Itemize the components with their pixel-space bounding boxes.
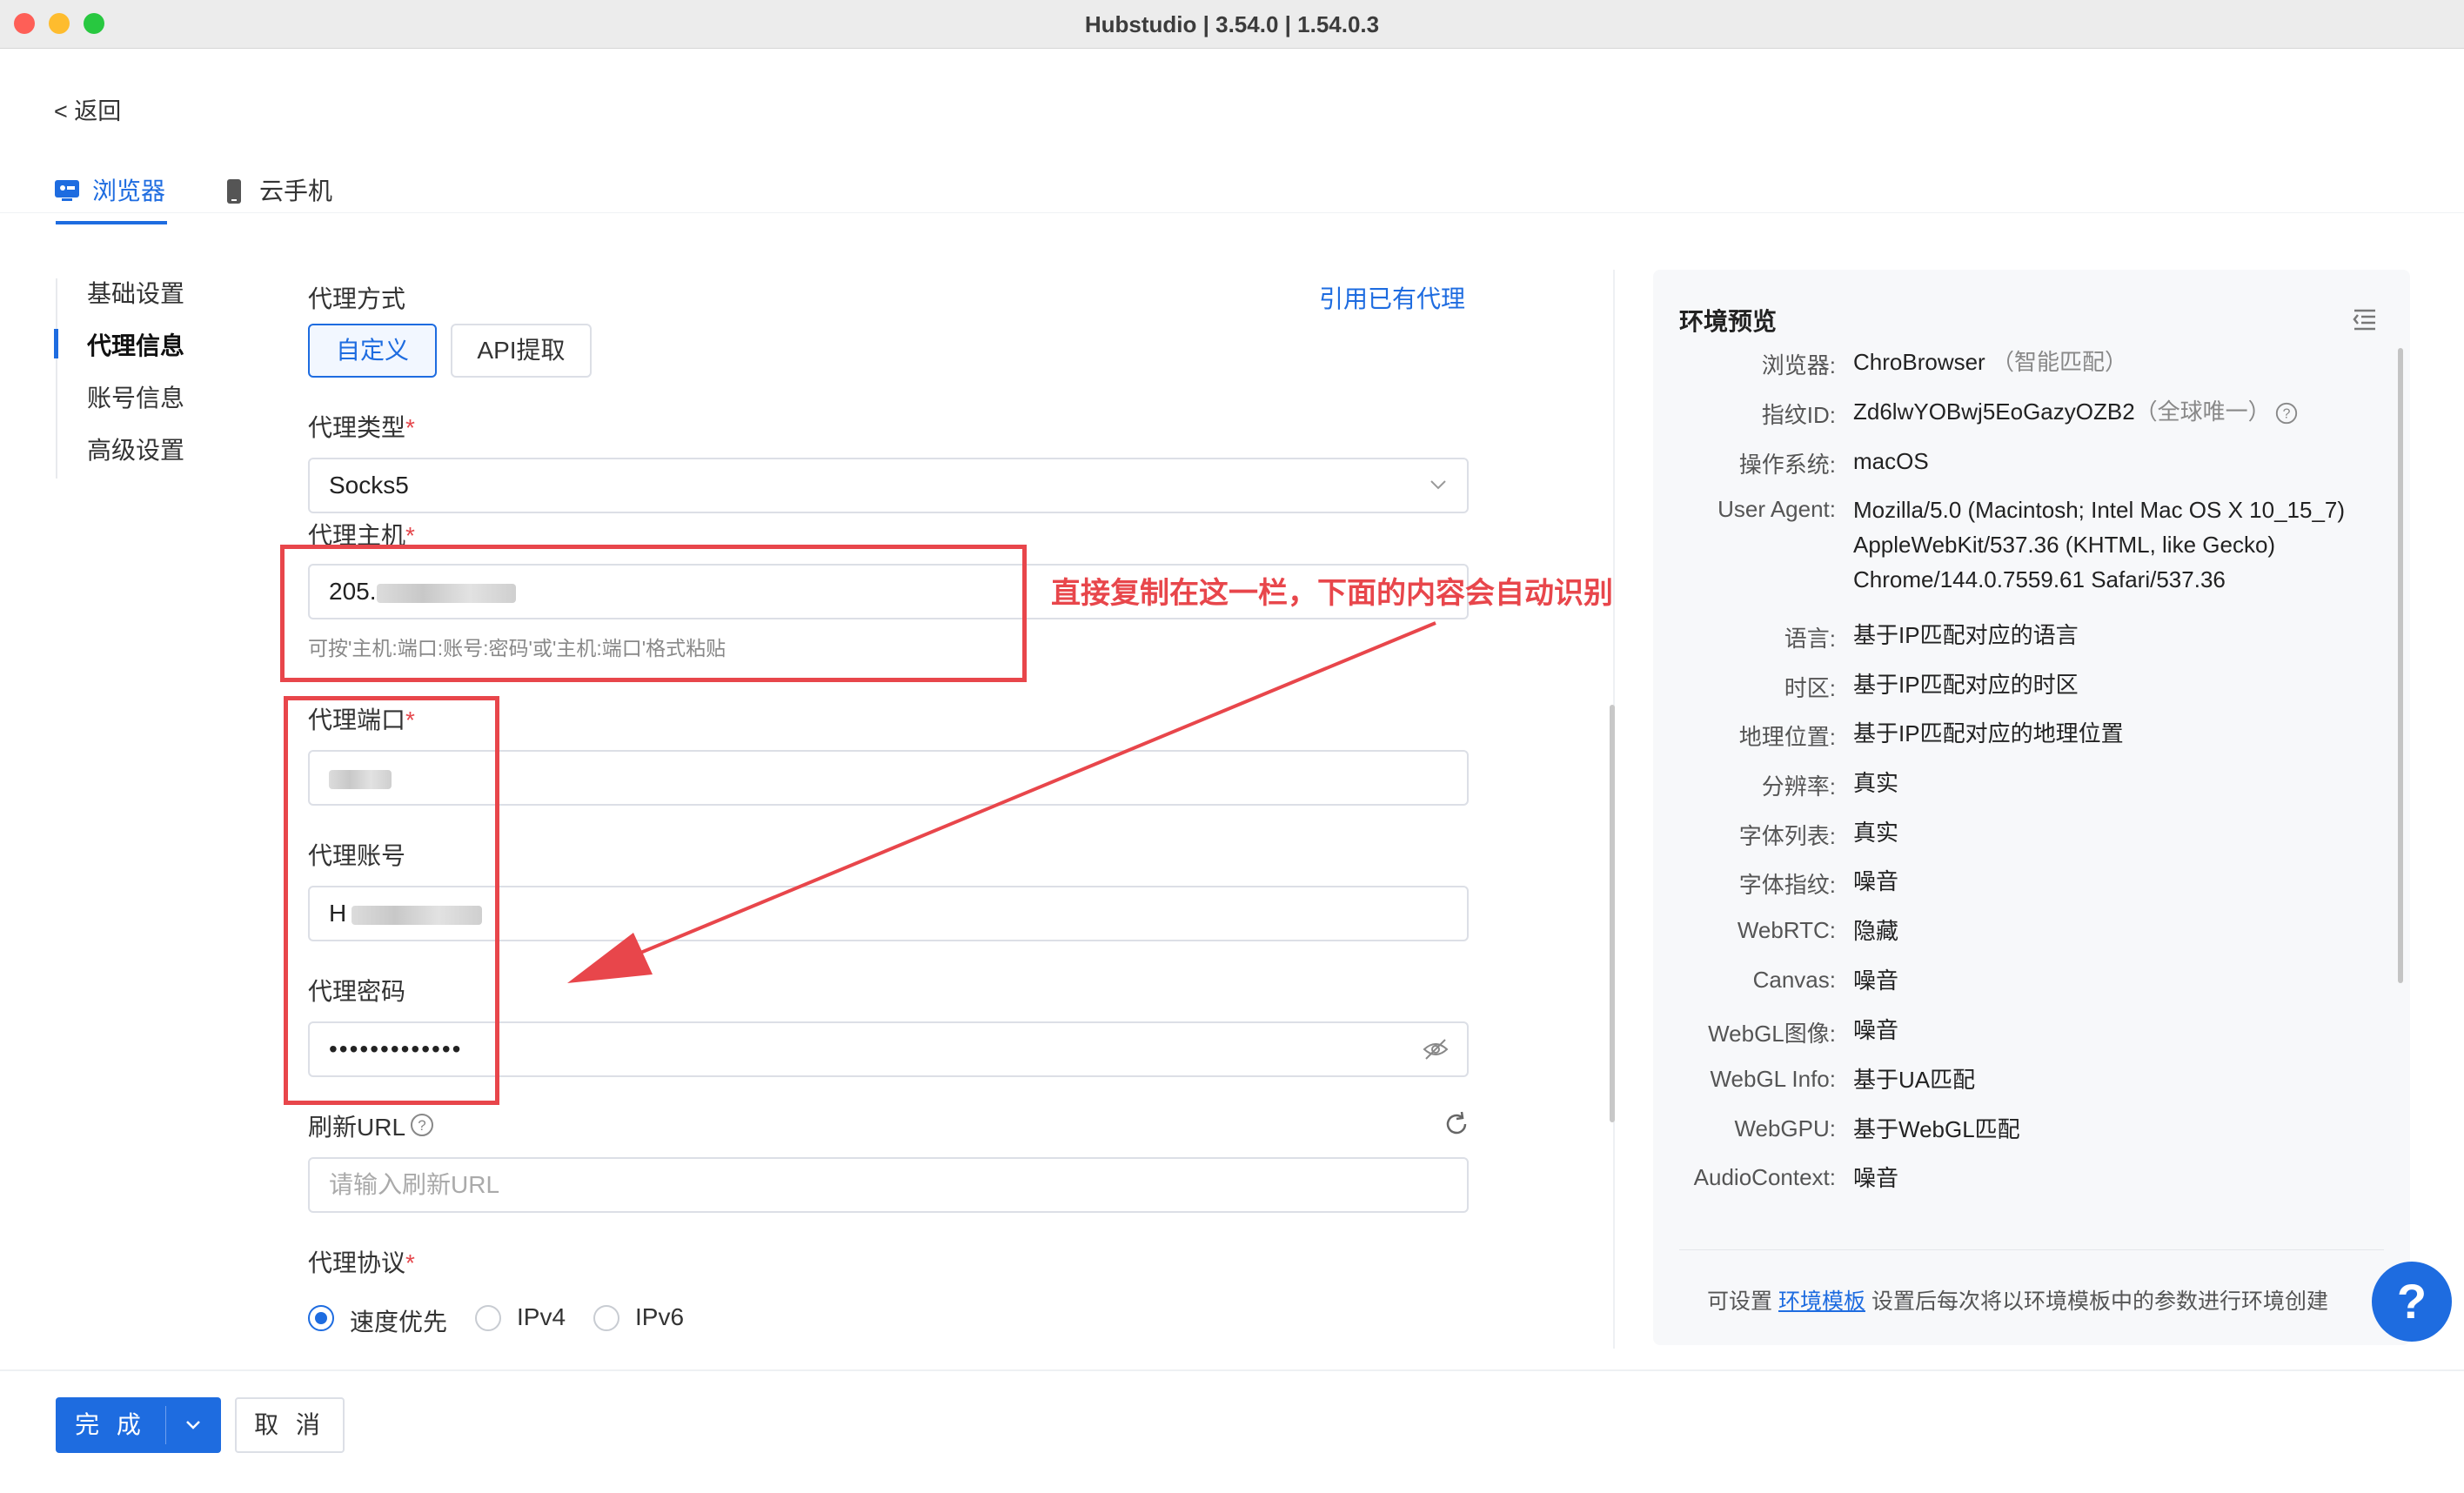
method-custom-button[interactable]: 自定义: [308, 324, 437, 378]
svg-text:?: ?: [418, 1117, 425, 1134]
back-link[interactable]: < 返回: [54, 92, 121, 126]
preview-key-canvas: Canvas:: [1752, 967, 1836, 993]
preview-key-webgl-image: WebGL图像:: [1708, 1021, 1836, 1047]
preview-value-browser: ChroBrowser （智能匹配）: [1853, 349, 2127, 375]
nav-active-indicator: [54, 329, 58, 358]
preview-footer-divider: [1679, 1249, 2384, 1250]
form-scrollbar[interactable]: [1610, 705, 1615, 1122]
nav-item-account[interactable]: 账号信息: [87, 381, 184, 416]
preview-key-audiocontext: AudioContext:: [1693, 1164, 1836, 1190]
preview-value-canvas: 噪音: [1853, 967, 1899, 994]
cancel-button[interactable]: 取 消: [235, 1397, 345, 1453]
preview-value-resolution: 真实: [1853, 770, 1899, 796]
preview-scrollbar[interactable]: [2398, 348, 2403, 983]
preview-value-font-list: 真实: [1853, 820, 1899, 846]
preview-title: 环境预览: [1679, 308, 1778, 335]
refresh-url-label: 刷新URL: [308, 1114, 406, 1141]
annotation-text: 直接复制在这一栏，下面的内容会自动识别: [1051, 577, 1613, 610]
protocol-ipv4-radio[interactable]: [475, 1305, 501, 1331]
done-dropdown-button[interactable]: [166, 1397, 221, 1453]
preview-key-resolution: 分辨率:: [1761, 773, 1836, 800]
browser-icon: [54, 177, 80, 204]
tab-browser[interactable]: 浏览器: [92, 174, 165, 209]
preview-value-os: macOS: [1853, 448, 1929, 474]
collapse-panel-icon[interactable]: [2351, 306, 2379, 332]
phone-icon: [224, 177, 244, 205]
nav-item-advanced[interactable]: 高级设置: [87, 433, 184, 468]
proxy-type-select[interactable]: Socks5: [308, 458, 1469, 513]
use-existing-proxy-link[interactable]: 引用已有代理: [1319, 280, 1465, 315]
preview-key-fingerprint: 指纹ID:: [1761, 402, 1836, 428]
question-circle-icon[interactable]: ?: [2274, 401, 2299, 425]
nav-item-proxy[interactable]: 代理信息: [87, 329, 184, 364]
protocol-ipv4-label[interactable]: IPv4: [517, 1303, 566, 1331]
preview-key-geolocation: 地理位置:: [1738, 724, 1836, 750]
refresh-url-input[interactable]: 请输入刷新URL: [308, 1157, 1469, 1213]
preview-value-audiocontext: 噪音: [1853, 1165, 1899, 1191]
svg-text:?: ?: [2282, 407, 2290, 422]
tab-cloud-phone[interactable]: 云手机: [259, 174, 332, 209]
active-tab-indicator: [56, 221, 167, 224]
tab-divider: [0, 212, 2464, 213]
done-button[interactable]: 完 成: [56, 1397, 165, 1453]
protocol-ipv6-label[interactable]: IPv6: [635, 1303, 684, 1331]
refresh-icon[interactable]: [1443, 1110, 1470, 1138]
help-button[interactable]: ?: [2372, 1262, 2452, 1342]
preview-key-webrtc: WebRTC:: [1737, 917, 1836, 943]
preview-key-browser: 浏览器:: [1761, 352, 1836, 378]
protocol-ipv6-radio[interactable]: [593, 1305, 619, 1331]
preview-value-timezone: 基于IP匹配对应的时区: [1853, 672, 2079, 698]
proxy-protocol-label: 代理协议*: [308, 1249, 415, 1276]
preview-key-timezone: 时区:: [1784, 675, 1836, 701]
annotation-arrow: [567, 621, 1436, 983]
preview-key-webgl-info: WebGL Info:: [1710, 1066, 1836, 1092]
preview-value-ua: Mozilla/5.0 (Macintosh; Intel Mac OS X 1…: [1853, 497, 2346, 593]
done-button-group: 完 成: [56, 1397, 221, 1453]
proxy-method-label: 代理方式: [308, 285, 406, 312]
preview-value-webgl-info: 基于UA匹配: [1853, 1067, 1976, 1093]
footer-divider: [0, 1369, 2464, 1371]
preview-value-language: 基于IP匹配对应的语言: [1853, 622, 2079, 648]
preview-value-font-fingerprint: 噪音: [1853, 868, 1899, 894]
preview-value-geolocation: 基于IP匹配对应的地理位置: [1853, 720, 2124, 746]
annotation-fields-box: [284, 696, 499, 1105]
preview-key-font-list: 字体列表:: [1738, 823, 1836, 849]
nav-item-basic[interactable]: 基础设置: [87, 277, 184, 311]
preview-key-webgpu: WebGPU:: [1734, 1115, 1836, 1142]
protocol-speed-radio[interactable]: [308, 1305, 334, 1331]
preview-footer: 可设置 环境模板 设置后每次将以环境模板中的参数进行环境创建: [1707, 1289, 2328, 1314]
eye-hidden-icon[interactable]: [1422, 1037, 1450, 1061]
chevron-down-icon: [186, 1421, 200, 1429]
preview-value-webgl-image: 噪音: [1853, 1017, 1899, 1043]
question-circle-icon[interactable]: ?: [409, 1112, 435, 1138]
preview-key-language: 语言:: [1784, 626, 1836, 652]
nav-track: [56, 278, 57, 479]
protocol-speed-label[interactable]: 速度优先: [350, 1303, 447, 1338]
proxy-type-label: 代理类型*: [308, 414, 415, 441]
preview-key-font-fingerprint: 字体指纹:: [1738, 872, 1836, 898]
preview-value-webrtc: 隐藏: [1853, 918, 1899, 944]
chevron-down-icon: [1429, 475, 1448, 494]
preview-key-ua: User Agent:: [1717, 496, 1836, 522]
preview-key-os: 操作系统:: [1738, 452, 1836, 478]
preview-value-fingerprint: Zd6lwYOBwj5EoGazyOZB2（全球唯一）?: [1853, 394, 2384, 429]
method-api-button[interactable]: API提取: [451, 324, 592, 378]
preview-value-webgpu: 基于WebGL匹配: [1853, 1116, 2020, 1142]
window-title: Hubstudio | 3.54.0 | 1.54.0.3: [1084, 11, 1380, 37]
environment-template-link[interactable]: 环境模板: [1778, 1289, 1865, 1314]
